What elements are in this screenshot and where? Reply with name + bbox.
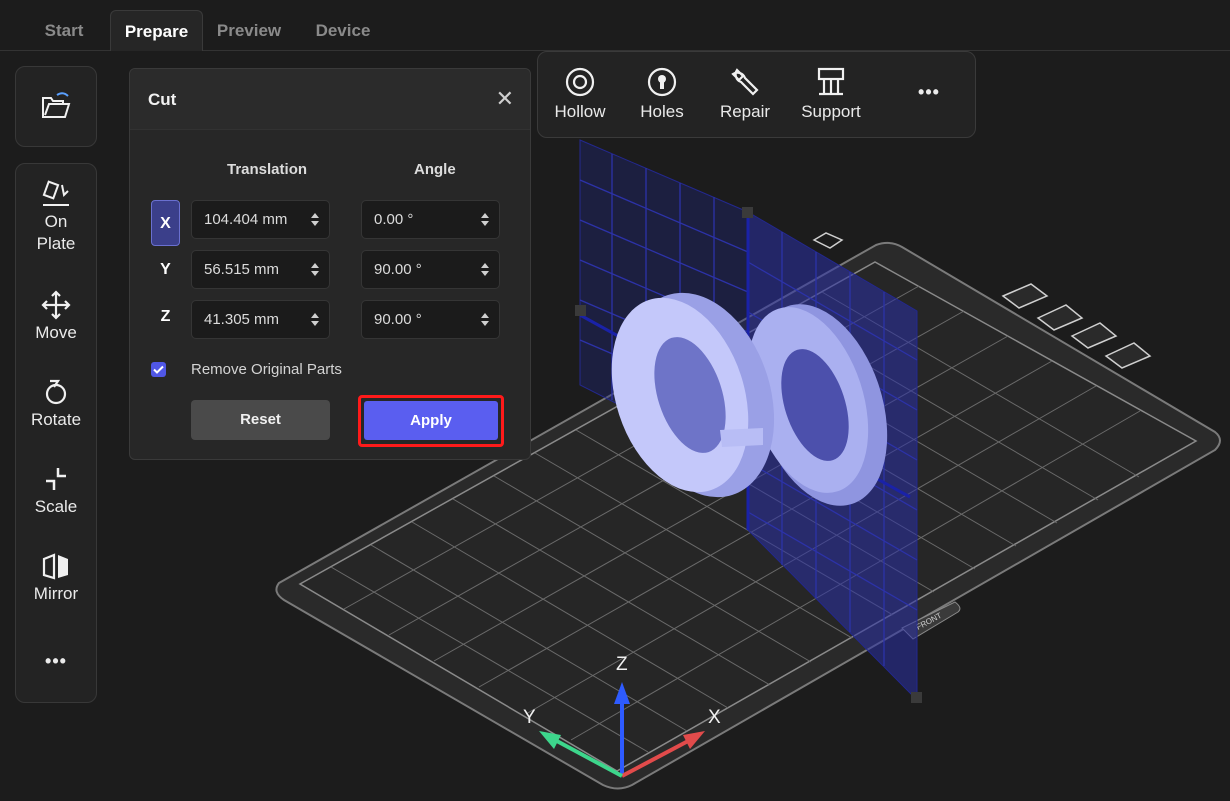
checkmark-icon	[153, 365, 164, 374]
on-plate-label-2: Plate	[36, 234, 76, 253]
translation-x-input[interactable]: 104.404 mm	[191, 200, 330, 239]
holes-icon	[647, 67, 677, 97]
angle-y-input[interactable]: 90.00 °	[361, 250, 500, 289]
remove-original-label: Remove Original Parts	[191, 361, 342, 378]
angle-x-input[interactable]: 0.00 °	[361, 200, 500, 239]
hollow-icon	[565, 67, 595, 97]
close-icon[interactable]: ✕	[496, 86, 514, 112]
apply-button[interactable]: Apply	[364, 401, 498, 440]
y-axis-label: Y	[523, 707, 536, 728]
open-file-button[interactable]	[16, 91, 96, 123]
translation-x-value: 104.404 mm	[204, 211, 288, 228]
rotate-button[interactable]: Rotate	[16, 377, 96, 431]
repair-label: Repair	[719, 102, 771, 121]
x-axis-label: X	[708, 707, 721, 728]
angle-header: Angle	[414, 161, 456, 178]
repair-wrench-icon	[731, 68, 759, 96]
rotate-label: Rotate	[30, 410, 82, 429]
translation-header: Translation	[227, 161, 308, 178]
spinner-icon[interactable]	[480, 312, 490, 327]
reset-button[interactable]: Reset	[191, 400, 330, 440]
mirror-icon	[42, 553, 68, 580]
scale-button[interactable]: Scale	[16, 464, 96, 518]
more-tools-button[interactable]: •••	[16, 650, 96, 672]
translation-z-input[interactable]: 41.305 mm	[191, 300, 330, 339]
on-plate-icon	[42, 180, 69, 206]
angle-z-input[interactable]: 90.00 °	[361, 300, 500, 339]
z-axis-label: Z	[616, 654, 628, 675]
axis-z-button[interactable]: Z	[151, 294, 180, 340]
hollow-label: Hollow	[554, 102, 606, 121]
folder-open-icon	[42, 92, 71, 118]
angle-z-value: 90.00 °	[374, 311, 422, 328]
mirror-label: Mirror	[33, 584, 79, 603]
top-tools-bar: Hollow Holes Repair Support •••	[537, 51, 976, 138]
left-toolbar: On Plate Move Rotate Scale Mirror •••	[15, 163, 97, 703]
hollow-button[interactable]: Hollow	[551, 66, 609, 122]
axis-y-button[interactable]: Y	[151, 247, 180, 293]
support-icon	[817, 67, 845, 96]
mirror-button[interactable]: Mirror	[16, 551, 96, 605]
angle-y-value: 90.00 °	[374, 261, 422, 278]
spinner-icon[interactable]	[480, 262, 490, 277]
remove-original-checkbox[interactable]	[151, 362, 166, 377]
translation-y-value: 56.515 mm	[204, 261, 280, 278]
spinner-icon[interactable]	[310, 312, 320, 327]
support-label: Support	[801, 102, 861, 121]
cut-panel-title: Cut	[148, 90, 177, 109]
on-plate-button[interactable]: On Plate	[16, 179, 96, 255]
cut-panel-header: Cut ✕	[130, 69, 530, 130]
move-button[interactable]: Move	[16, 290, 96, 344]
scale-label: Scale	[34, 497, 78, 516]
spinner-icon[interactable]	[310, 262, 320, 277]
repair-button[interactable]: Repair	[714, 66, 776, 122]
scale-icon	[46, 468, 66, 490]
open-file-box	[15, 66, 97, 147]
translation-y-input[interactable]: 56.515 mm	[191, 250, 330, 289]
rotate-icon	[45, 379, 67, 405]
spinner-icon[interactable]	[480, 212, 490, 227]
spinner-icon[interactable]	[310, 212, 320, 227]
on-plate-label: On	[44, 212, 68, 231]
move-label: Move	[35, 323, 77, 342]
angle-x-value: 0.00 °	[374, 211, 414, 228]
cut-panel: Cut ✕ Translation Angle X 104.404 mm 0.0…	[129, 68, 531, 460]
holes-label: Holes	[640, 102, 684, 121]
translation-z-value: 41.305 mm	[204, 311, 280, 328]
support-button[interactable]: Support	[798, 66, 864, 122]
holes-button[interactable]: Holes	[634, 66, 690, 122]
move-icon	[41, 290, 71, 320]
axis-x-button[interactable]: X	[151, 200, 180, 246]
more-top-tools-button[interactable]: •••	[906, 82, 952, 103]
